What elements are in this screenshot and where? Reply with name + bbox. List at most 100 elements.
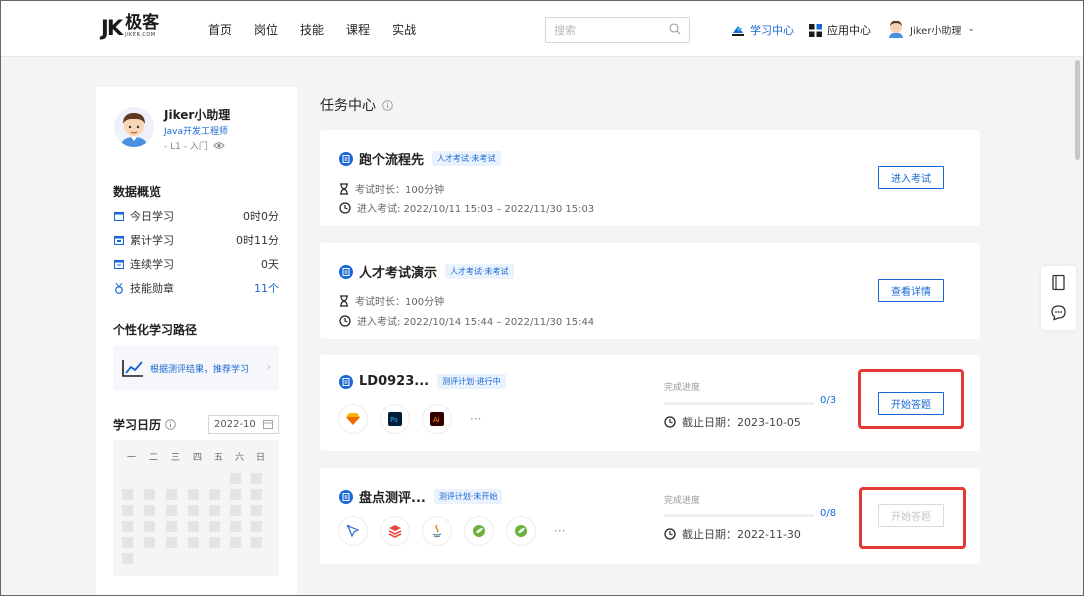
profile-role: Java开发工程师 xyxy=(164,127,229,137)
calendar-day-icon xyxy=(114,211,124,221)
weekday-label: 四 xyxy=(193,453,203,463)
java-icon[interactable] xyxy=(422,516,452,546)
clock-icon xyxy=(339,201,351,214)
view-details-button[interactable]: 查看详情 xyxy=(878,279,944,302)
illustrator-icon[interactable]: Ai xyxy=(422,404,452,434)
weekday-label: 一 xyxy=(127,453,137,463)
search-icon[interactable] xyxy=(669,23,681,35)
calendar-day-cell xyxy=(144,537,155,548)
page-scrollbar[interactable] xyxy=(1075,60,1080,160)
chat-icon[interactable] xyxy=(1050,304,1067,321)
nav-home[interactable]: 首页 xyxy=(208,21,232,38)
calendar-day-cell xyxy=(230,505,241,516)
chevron-down-icon: ⌄ xyxy=(967,24,975,34)
info-icon[interactable] xyxy=(382,99,393,111)
spring-boot-icon[interactable] xyxy=(506,516,536,546)
user-menu[interactable]: Jiker小助理 ⌄ xyxy=(888,20,975,38)
highlight-box xyxy=(859,487,966,549)
eye-icon[interactable] xyxy=(213,141,225,150)
deadline-text: 截止日期：2023-10-05 xyxy=(682,416,801,429)
status-badge: 人才考试·未考试 xyxy=(445,264,514,279)
stat-value-badges[interactable]: 11个 xyxy=(254,280,279,296)
left-sidebar: Jiker小助理 Java开发工程师 - L1 - 入门 数据概览 今日学习 0… xyxy=(96,87,297,596)
search-box xyxy=(545,17,690,43)
medal-icon xyxy=(115,282,123,294)
overview-title: 数据概览 xyxy=(113,185,162,199)
calendar-day-cell xyxy=(230,537,241,548)
profile-avatar xyxy=(114,107,154,147)
more-icon[interactable]: ··· xyxy=(470,412,481,426)
notes-icon[interactable] xyxy=(1050,274,1067,291)
nav-skills[interactable]: 技能 xyxy=(300,21,324,38)
window-text: 进入考试: 2022/10/14 15:44 – 2022/11/30 15:4… xyxy=(357,317,595,328)
calendar-day-cell xyxy=(230,521,241,532)
spring-icon[interactable] xyxy=(464,516,494,546)
enter-exam-button[interactable]: 进入考试 xyxy=(878,166,944,189)
calendar-day-cell xyxy=(122,537,133,548)
skill-icon-row: ··· xyxy=(338,516,565,546)
more-icon[interactable]: ··· xyxy=(554,524,565,538)
main-nav: 首页 岗位 技能 课程 实战 xyxy=(208,21,438,38)
task-title: LD0923... xyxy=(359,374,430,389)
nav-practice[interactable]: 实战 xyxy=(392,21,416,38)
calendar-day-cell xyxy=(209,521,220,532)
calendar-title: 学习日历 xyxy=(113,416,176,433)
study-center-icon xyxy=(732,25,744,36)
calendar-day-cell xyxy=(122,505,133,516)
calendar-heatmap: 一 二 三 四 五 六 日 xyxy=(113,440,279,576)
profile-name: Jiker小助理 xyxy=(164,108,231,122)
calendar-day-cell xyxy=(144,489,155,500)
app-center-link[interactable]: 应用中心 xyxy=(809,22,871,38)
stat-today: 今日学习 0时0分 xyxy=(114,208,279,224)
search-input[interactable] xyxy=(554,18,664,42)
clock-icon xyxy=(664,416,676,428)
calendar-day-cell xyxy=(209,505,220,516)
status-badge: 人才考试·未考试 xyxy=(432,151,501,166)
sketch-icon[interactable] xyxy=(338,404,368,434)
page-title: 任务中心 xyxy=(320,95,393,115)
progress-label: 完成进度 xyxy=(664,496,701,506)
nav-jobs[interactable]: 岗位 xyxy=(254,21,278,38)
calendar-day-cell xyxy=(251,521,262,532)
progress-bar xyxy=(664,402,814,405)
study-center-link[interactable]: 学习中心 xyxy=(731,22,794,38)
pen-tool-icon[interactable] xyxy=(338,516,368,546)
stat-label: 累计学习 xyxy=(130,234,174,247)
calendar-day-cell xyxy=(209,537,220,548)
calendar-day-cell xyxy=(122,553,133,564)
learning-path-card[interactable]: 根据测评结果，推荐学习 › xyxy=(113,346,279,390)
calendar-icon xyxy=(263,420,273,429)
exam-window: 进入考试: 2022/10/11 15:03 – 2022/11/30 15:0… xyxy=(339,200,594,215)
exam-doc-icon xyxy=(339,264,353,279)
calendar-month-picker[interactable]: 2022-10 xyxy=(208,415,279,434)
study-center-label: 学习中心 xyxy=(750,24,794,37)
floating-toolbar xyxy=(1041,266,1076,330)
hourglass-icon xyxy=(340,294,348,307)
calendar-day-cell xyxy=(251,489,262,500)
calendar-total-icon xyxy=(114,235,124,245)
task-card-exam-2: 人才考试演示 人才考试·未考试 考试时长：100分钟 进入考试: 2022/10… xyxy=(320,243,980,339)
page-title-text: 任务中心 xyxy=(320,98,376,114)
stat-label: 今日学习 xyxy=(130,210,174,223)
photoshop-icon[interactable]: Ps xyxy=(380,404,410,434)
nav-courses[interactable]: 课程 xyxy=(346,21,370,38)
exam-doc-icon xyxy=(339,151,353,166)
calendar-day-cell xyxy=(251,537,262,548)
logo-cn: 极客 xyxy=(125,13,160,33)
calendar-day-cell xyxy=(166,489,177,500)
calendar-day-cell xyxy=(188,489,199,500)
task-title: 人才考试演示 xyxy=(359,266,438,281)
clock-icon xyxy=(339,314,351,327)
deadline: 截止日期：2023-10-05 xyxy=(664,414,801,430)
window-text: 进入考试: 2022/10/11 15:03 – 2022/11/30 15:0… xyxy=(357,204,595,215)
stat-streak: 连续学习 0天 xyxy=(114,256,279,272)
stack-icon[interactable] xyxy=(380,516,410,546)
calendar-day-cell xyxy=(144,521,155,532)
site-logo[interactable]: JK 极客 JIKER.COM xyxy=(101,15,159,41)
calendar-day-cell xyxy=(251,505,262,516)
info-icon[interactable] xyxy=(165,419,176,430)
calendar-day-cell xyxy=(144,505,155,516)
calendar-day-cell xyxy=(188,505,199,516)
profile-level-text: - L1 - 入门 xyxy=(164,142,208,152)
clock-icon xyxy=(664,528,676,540)
